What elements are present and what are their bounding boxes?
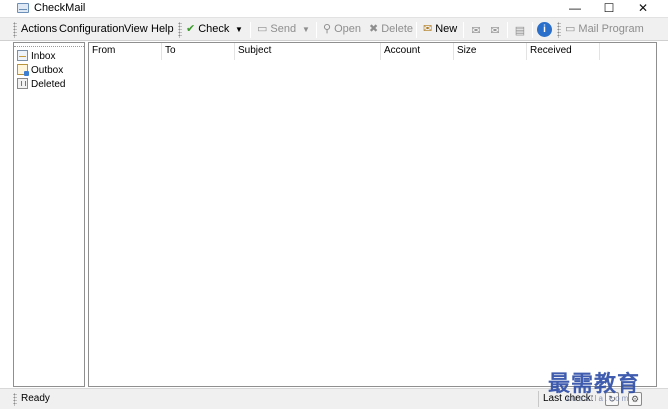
folder-label: Outbox <box>31 65 64 76</box>
menu-actions[interactable]: Actions <box>21 20 57 39</box>
check-label: Check <box>198 23 230 35</box>
toolbar-separator <box>250 22 251 38</box>
delete-label: Delete <box>381 23 414 35</box>
folder-label: Deleted <box>31 79 66 90</box>
folder-deleted[interactable]: Deleted <box>17 78 65 92</box>
send-icon: ▭ <box>257 22 268 35</box>
reply-icon[interactable]: ✉ <box>468 22 484 38</box>
check-dropdown-arrow[interactable]: ▼ <box>235 20 243 39</box>
open-button[interactable]: ⚲ Open <box>323 20 361 39</box>
window-title: CheckMail <box>34 2 86 14</box>
toolbar-grip[interactable] <box>557 22 561 38</box>
mail-program-label: Mail Program <box>578 23 644 35</box>
mail-program-icon: ▭ <box>565 22 576 35</box>
column-header-to[interactable]: To <box>162 43 235 60</box>
delete-button[interactable]: ✖ Delete <box>369 20 413 39</box>
info-icon[interactable]: i <box>537 22 552 37</box>
document-icon[interactable]: ▤ <box>512 22 528 38</box>
new-mail-icon: ✉ <box>423 22 433 35</box>
magnifier-icon: ⚲ <box>323 22 332 35</box>
mail-icon <box>17 3 29 13</box>
column-header-size[interactable]: Size <box>454 43 527 60</box>
column-header-subject[interactable]: Subject <box>235 43 381 60</box>
folder-pane[interactable]: Inbox Outbox Deleted <box>13 42 85 387</box>
status-text: Ready <box>21 393 50 404</box>
menu-configuration[interactable]: Configuration <box>59 20 124 39</box>
toolbar-separator <box>507 22 508 38</box>
toolbar-grip[interactable] <box>13 22 17 38</box>
message-list[interactable]: From To Subject Account Size Received <box>88 42 657 387</box>
column-header-account[interactable]: Account <box>381 43 454 60</box>
send-dropdown-arrow[interactable]: ▼ <box>302 20 310 39</box>
toolbar-separator <box>463 22 464 38</box>
toolbar-separator <box>416 22 417 38</box>
title-bar: CheckMail — ☐ ✕ <box>0 0 668 17</box>
folder-outbox[interactable]: Outbox <box>17 64 63 78</box>
menu-help[interactable]: Help <box>151 20 174 39</box>
open-label: Open <box>334 23 361 35</box>
toolbar-separator <box>316 22 317 38</box>
new-button[interactable]: ✉ New <box>423 20 457 39</box>
check-button[interactable]: ✔ Check <box>186 20 229 39</box>
checkmark-icon: ✔ <box>186 22 196 35</box>
minimize-button[interactable]: — <box>558 0 592 17</box>
close-button[interactable]: ✕ <box>626 0 660 17</box>
folder-pane-header <box>14 43 84 47</box>
toolbar-grip[interactable] <box>178 22 182 38</box>
column-header-from[interactable]: From <box>89 43 162 60</box>
column-header-received[interactable]: Received <box>527 43 600 60</box>
toolbar-separator <box>532 22 533 38</box>
maximize-button[interactable]: ☐ <box>592 0 626 17</box>
trash-icon <box>17 78 28 89</box>
new-label: New <box>435 23 458 35</box>
envelope-icon[interactable]: ✉ <box>487 22 503 38</box>
mail-program-button[interactable]: ▭ Mail Program <box>565 20 644 39</box>
folder-label: Inbox <box>31 51 56 62</box>
inbox-icon <box>17 50 28 61</box>
statusbar-grip <box>13 393 17 406</box>
delete-x-icon: ✖ <box>369 22 379 35</box>
watermark-url: xuexila.com <box>566 394 631 403</box>
outbox-icon <box>17 64 29 76</box>
toolbar: Actions Configuration View Help ✔ Check ▼… <box>0 17 668 41</box>
send-label: Send <box>270 23 297 35</box>
menu-view[interactable]: View <box>124 20 148 39</box>
folder-inbox[interactable]: Inbox <box>17 50 55 64</box>
send-button[interactable]: ▭ Send <box>257 20 296 39</box>
